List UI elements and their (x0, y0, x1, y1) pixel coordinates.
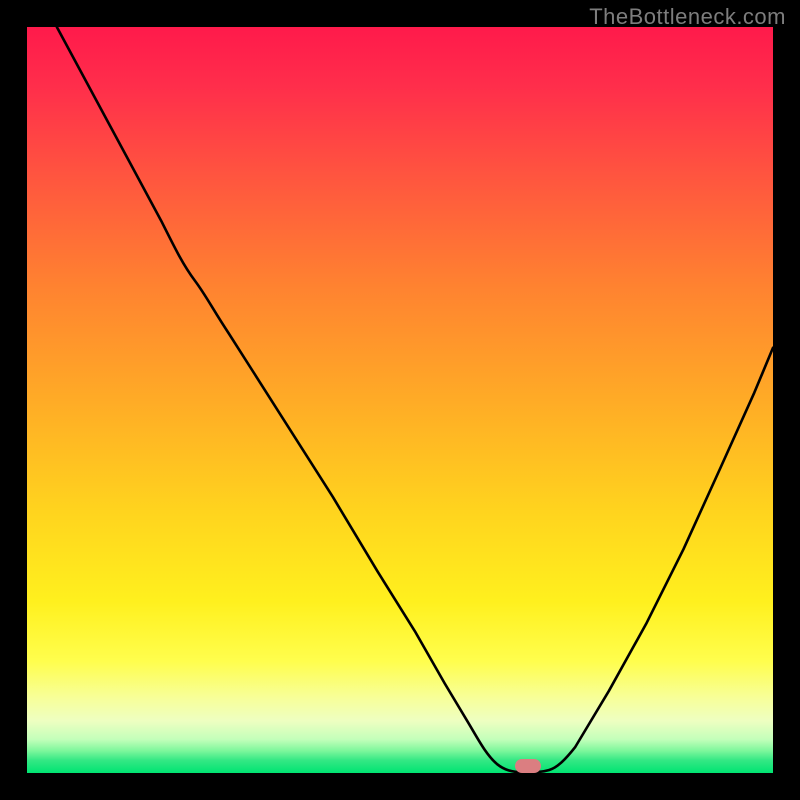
plot-area (27, 27, 773, 773)
curve-path (57, 27, 773, 772)
optimum-marker (515, 759, 541, 773)
bottleneck-curve (27, 27, 773, 773)
chart-frame: TheBottleneck.com (0, 0, 800, 800)
watermark: TheBottleneck.com (589, 4, 786, 30)
